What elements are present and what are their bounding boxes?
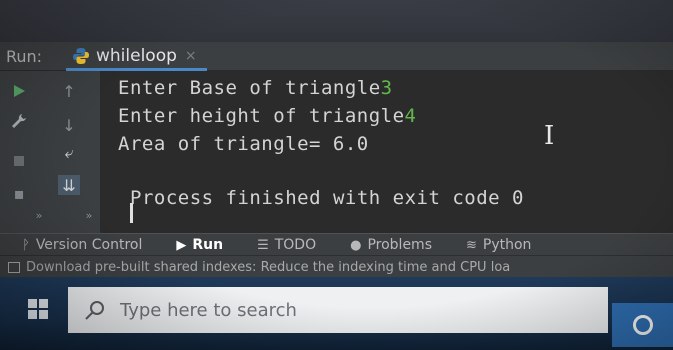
search-placeholder: Type here to search [120,299,297,321]
tab-python[interactable]: ≋ Python [466,237,531,253]
vcs-icon: ᚹ [22,237,30,253]
more-icon[interactable]: » [28,205,50,225]
console-line-5: Process finished with exit code 0 [130,187,524,209]
pin-icon[interactable]: ▪ [8,183,30,203]
tab-whileloop[interactable]: whileloop × [66,42,207,71]
taskbar-search-box[interactable]: Type here to search [68,287,608,333]
search-icon [84,299,106,321]
user-input-2: 4 [404,105,417,127]
ide-top-strip [0,0,673,42]
scroll-to-end-icon[interactable]: ⇊ [58,175,80,195]
status-bar: Download pre-built shared indexes: Reduc… [0,255,673,278]
console-line-2: Enter height of triangle4 [118,105,417,127]
status-message[interactable]: Download pre-built shared indexes: Reduc… [26,260,510,275]
up-arrow-icon[interactable]: ↑ [58,81,80,101]
tool-window-bar: ᚹ Version Control ▶ Run ☰ TODO ● Problem… [0,233,673,256]
wrench-icon[interactable] [8,111,30,131]
windows-logo-icon [28,299,48,319]
i-beam-cursor-icon: I [544,121,555,151]
cortana-button[interactable] [612,303,673,347]
todo-icon: ☰ [257,237,269,253]
run-panel-header: Run: whileloop × [0,42,673,71]
run-icon[interactable] [8,81,30,101]
stop-icon[interactable] [8,151,30,171]
console-line-3: Area of triangle= 6.0 [118,133,369,155]
python-icon: ≋ [465,237,477,253]
tab-run[interactable]: ▶ Run [176,237,223,253]
cortana-icon [632,315,653,335]
problems-icon: ● [350,237,362,253]
more-icon-2[interactable]: » [78,205,100,225]
run-icon: ▶ [176,237,187,253]
screen: Run: whileloop × ↑ ↓ ⤶ ⇊ ▪ » » Enter Bas… [0,0,673,350]
tab-label: whileloop [96,46,177,66]
console-line-1: Enter Base of triangle3 [118,77,393,99]
run-console[interactable]: Enter Base of triangle3 Enter height of … [100,71,673,233]
windows-taskbar: Type here to search [0,277,673,350]
python-file-icon [72,47,90,65]
user-input-1: 3 [380,77,393,99]
run-toolbar-gutter: ↑ ↓ ⤶ ⇊ ▪ » » [0,71,100,233]
close-icon[interactable]: × [185,48,197,64]
down-arrow-icon[interactable]: ↓ [58,115,80,135]
tab-problems[interactable]: ● Problems [350,237,432,253]
tab-version-control[interactable]: ᚹ Version Control [22,237,142,253]
soft-wrap-icon[interactable]: ⤶ [58,143,80,163]
start-button[interactable] [8,291,68,327]
run-panel-label: Run: [6,46,43,66]
text-caret [130,203,133,223]
tab-todo[interactable]: ☰ TODO [257,237,316,253]
window-icon[interactable] [8,261,20,273]
